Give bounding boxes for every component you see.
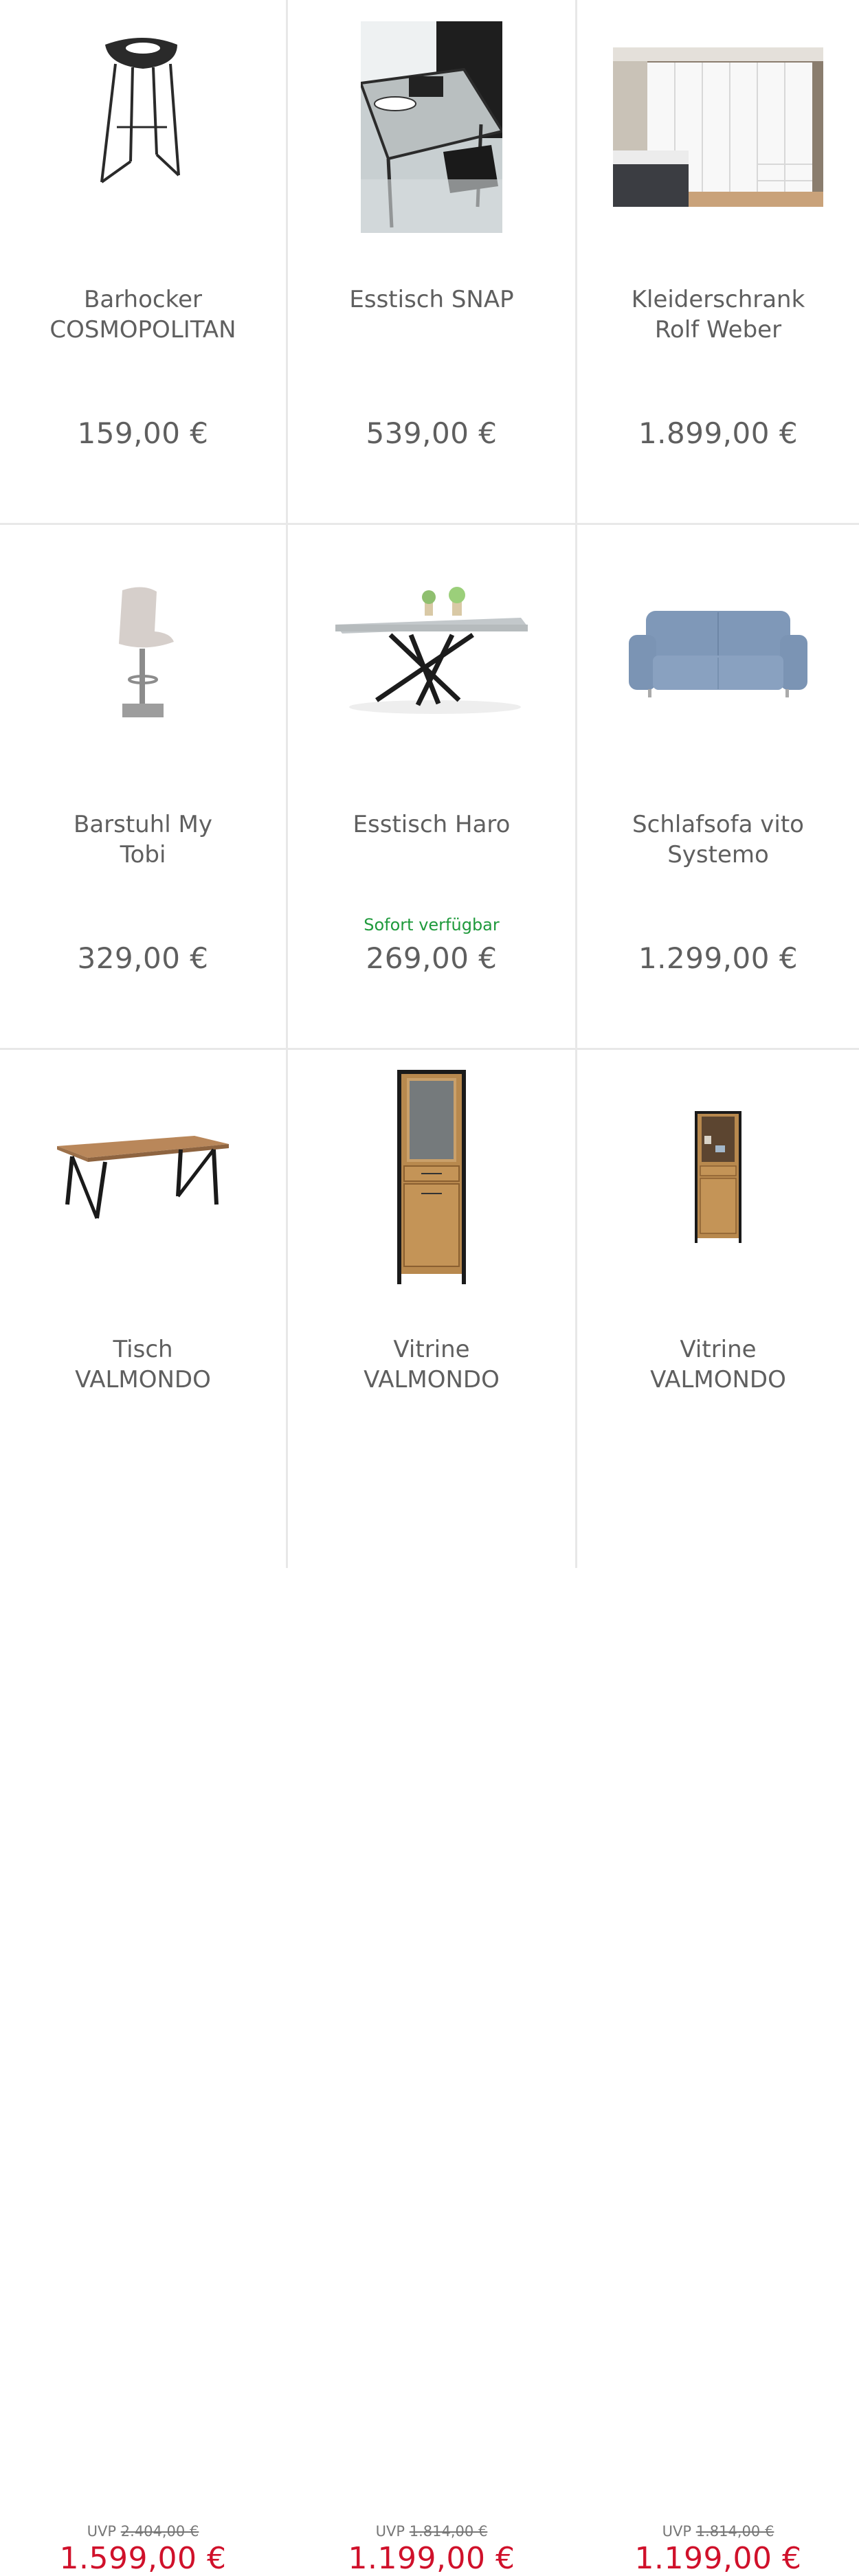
product-title[interactable]: Barstuhl My Tobi <box>14 809 272 870</box>
tall-cabinet-icon <box>397 1070 466 1284</box>
product-title[interactable]: Vitrine VALMONDO <box>591 1334 845 1395</box>
product-price: 269,00 € <box>366 941 498 975</box>
product-title[interactable]: Tisch VALMONDO <box>14 1334 272 1395</box>
uvp-price: UVP 1.814,00 € <box>375 2523 488 2540</box>
product-image[interactable] <box>288 1050 575 1304</box>
product-title[interactable]: Esstisch SNAP <box>302 284 561 315</box>
bar-stool-black-icon <box>100 38 180 183</box>
product-card[interactable]: Esstisch Haro Sofort verfügbar 269,00 € <box>288 525 577 1050</box>
uvp-price: UVP 2.404,00 € <box>87 2523 199 2540</box>
product-title[interactable]: Vitrine VALMONDO <box>302 1334 561 1395</box>
product-image[interactable] <box>0 1050 286 1304</box>
product-title[interactable]: Esstisch Haro <box>302 809 561 840</box>
dining-table-photo-icon <box>361 21 502 233</box>
product-card[interactable]: Barhocker COSMOPOLITAN 159,00 € <box>0 0 288 525</box>
product-card[interactable]: Kleiderschrank Rolf Weber 1.899,00 € <box>577 0 859 525</box>
product-image[interactable] <box>0 525 286 779</box>
dining-table-x-legs-icon <box>335 587 528 714</box>
product-price: 1.899,00 € <box>638 416 799 450</box>
sale-price: 1.199,00 € <box>348 2541 515 2576</box>
product-grid: Barhocker COSMOPOLITAN 159,00 € Esstisch … <box>0 0 859 2576</box>
product-image[interactable] <box>577 1050 859 1304</box>
product-card[interactable]: Esstisch SNAP 539,00 € <box>288 0 577 525</box>
product-price: 159,00 € <box>77 416 209 450</box>
product-price: 1.299,00 € <box>638 941 799 975</box>
product-image[interactable] <box>577 525 859 779</box>
product-image[interactable] <box>0 0 286 254</box>
product-price: 539,00 € <box>366 416 498 450</box>
availability-label: Sofort verfügbar <box>364 915 500 934</box>
product-image[interactable] <box>577 0 859 254</box>
narrow-cabinet-icon <box>695 1111 741 1243</box>
product-price: 329,00 € <box>77 941 209 975</box>
wardrobe-photo-icon <box>613 47 823 207</box>
product-card[interactable]: Vitrine VALMONDO UVP 1.814,00 € 1.199,00 … <box>288 1050 577 2576</box>
product-image[interactable] <box>288 525 575 779</box>
wood-table-icon <box>57 1136 229 1219</box>
product-image[interactable] <box>288 0 575 254</box>
sofa-blue-icon <box>629 611 807 697</box>
product-title[interactable]: Barhocker COSMOPOLITAN <box>14 284 272 345</box>
product-title[interactable]: Kleiderschrank Rolf Weber <box>591 284 845 345</box>
product-card[interactable]: Vitrine VALMONDO UVP 1.814,00 € 1.199,00 … <box>577 1050 859 2576</box>
product-card[interactable]: Barstuhl My Tobi 329,00 € <box>0 525 288 1050</box>
sale-price: 1.199,00 € <box>634 2541 802 2576</box>
bar-chair-beige-icon <box>119 587 174 717</box>
uvp-price: UVP 1.814,00 € <box>662 2523 774 2540</box>
sale-price: 1.599,00 € <box>59 2541 227 2576</box>
product-card[interactable]: Tisch VALMONDO UVP 2.404,00 € 1.599,00 € <box>0 1050 288 2576</box>
product-title[interactable]: Schlafsofa vito Systemo <box>591 809 845 870</box>
product-card[interactable]: Schlafsofa vito Systemo 1.299,00 € <box>577 525 859 1050</box>
